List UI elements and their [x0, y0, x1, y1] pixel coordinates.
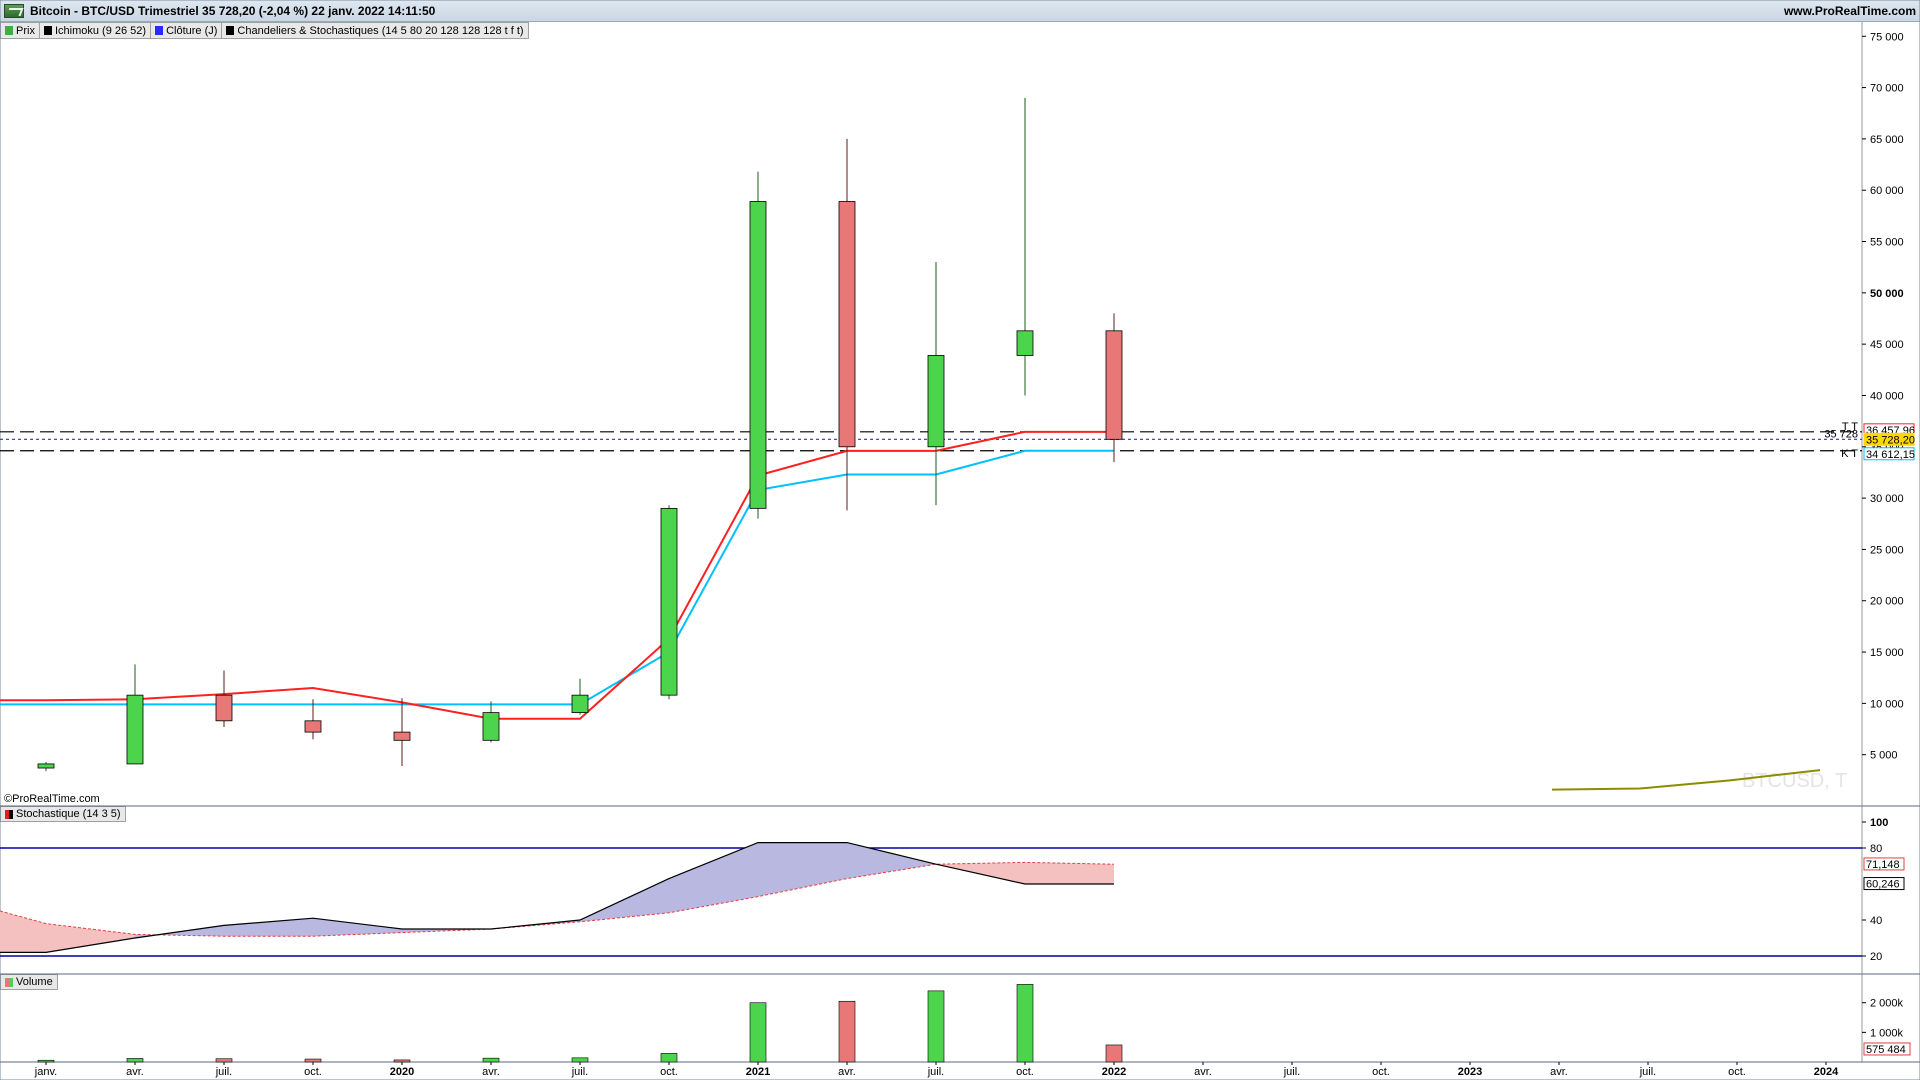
volume-bar [215, 1058, 233, 1063]
tenkan-sen-line [0, 430, 1114, 720]
x-axis-label: 2020 [390, 1066, 414, 1078]
price-axis-label: 75 000 [1870, 31, 1904, 43]
x-axis-label: oct. [1016, 1066, 1034, 1078]
volume-axis-label: 2 000k [1870, 998, 1904, 1010]
volume-value-label: 575 484 [1866, 1044, 1906, 1056]
stoch-value-label: 71,148 [1866, 859, 1900, 871]
volume-axis-label: 1 000k [1870, 1027, 1904, 1039]
stoch-axis-label: 20 [1870, 951, 1882, 963]
price-axis-label: 40 000 [1870, 390, 1904, 402]
price-axis-label: 10 000 [1870, 698, 1904, 710]
stoch-fill-area [46, 923, 135, 953]
x-axis-label: juil. [1283, 1066, 1301, 1078]
stoch-k-line [0, 841, 1114, 954]
kijun-sen-line [0, 449, 1114, 706]
price-level-marker: 35 728 [1824, 428, 1858, 440]
x-axis-label: avr. [126, 1066, 144, 1078]
volume-bar [1105, 1044, 1123, 1063]
candle-body [37, 763, 55, 769]
stoch-axis-label: 100 [1870, 817, 1888, 829]
price-axis-label: 45 000 [1870, 339, 1904, 351]
x-axis-label: oct. [1728, 1066, 1746, 1078]
stoch-axis-label: 40 [1870, 915, 1882, 927]
outer-frame [0, 0, 1920, 1080]
price-axis-label: 60 000 [1870, 185, 1904, 197]
volume-bar [126, 1058, 144, 1063]
stoch-fill-area [758, 842, 847, 897]
stoch-d-line [0, 861, 1115, 937]
price-axis-label: 25 000 [1870, 544, 1904, 556]
price-level-tag: 35 728,20 [1863, 432, 1915, 446]
x-axis-label: juil. [215, 1066, 233, 1078]
x-axis-label: janv. [34, 1066, 57, 1078]
price-axis-label: 55 000 [1870, 237, 1904, 249]
candle-body [838, 201, 856, 448]
price-level-value: 35 728,20 [1866, 434, 1915, 446]
candle-body [749, 201, 767, 509]
stoch-fill-area [0, 911, 46, 953]
candle-body [1105, 330, 1123, 440]
volume-bar [571, 1057, 589, 1063]
stoch-fill-area [1025, 862, 1114, 884]
x-axis-label: oct. [304, 1066, 322, 1078]
candle-body [304, 720, 322, 733]
volume-bar [393, 1059, 411, 1063]
x-axis-label: 2021 [746, 1066, 770, 1078]
stoch-fill-area [224, 918, 313, 937]
x-axis-label: oct. [1372, 1066, 1390, 1078]
candle-body [927, 355, 945, 448]
x-axis-label: avr. [1550, 1066, 1568, 1078]
candle-body [660, 507, 678, 696]
stoch-value-label: 60,246 [1866, 879, 1900, 891]
price-axis-label: 15 000 [1870, 647, 1904, 659]
price-axis-label: 65 000 [1870, 134, 1904, 146]
x-axis-label: avr. [1194, 1066, 1212, 1078]
chart-canvas[interactable]: 75 000 70 000 65 000 60 000 55 000 50 000 45 0… [0, 0, 1920, 1080]
price-axis-label: 5 000 [1870, 750, 1898, 762]
volume-bar [660, 1053, 678, 1063]
stoch-fill-area [669, 842, 758, 913]
x-axis-label: juil. [571, 1066, 589, 1078]
x-axis-label: 2023 [1458, 1066, 1482, 1078]
price-axis-label: 30 000 [1870, 493, 1904, 505]
x-axis-label: avr. [482, 1066, 500, 1078]
chikou-span-line [1551, 769, 1821, 791]
volume-bar [304, 1058, 322, 1063]
x-axis-label: juil. [1639, 1066, 1657, 1078]
candle-body [571, 694, 589, 714]
candle-body [126, 694, 144, 765]
volume-bar [749, 1002, 767, 1063]
volume-bar [1016, 984, 1034, 1063]
x-axis-label: 2024 [1814, 1066, 1839, 1078]
x-axis-label: oct. [660, 1066, 678, 1078]
volume-bar [838, 1000, 856, 1063]
candle-body [215, 694, 233, 722]
x-axis-label: avr. [838, 1066, 856, 1078]
candle-body [393, 731, 411, 741]
x-axis-label: juil. [927, 1066, 945, 1078]
price-axis-label: 50 000 [1870, 288, 1904, 300]
price-axis-label: 20 000 [1870, 596, 1904, 608]
price-level-value: 34 612,15 [1866, 449, 1915, 461]
x-axis-label: 2022 [1102, 1066, 1126, 1078]
price-level-marker: K T [1841, 448, 1858, 460]
stoch-axis-label: 80 [1870, 843, 1882, 855]
price-axis-label: 70 000 [1870, 83, 1904, 95]
candle-body [1016, 330, 1034, 356]
volume-bar [37, 1059, 55, 1063]
volume-bar [927, 990, 945, 1063]
candle-body [482, 712, 500, 741]
volume-bar [482, 1057, 500, 1063]
price-level-tag: 34 612,15 [1863, 447, 1915, 461]
